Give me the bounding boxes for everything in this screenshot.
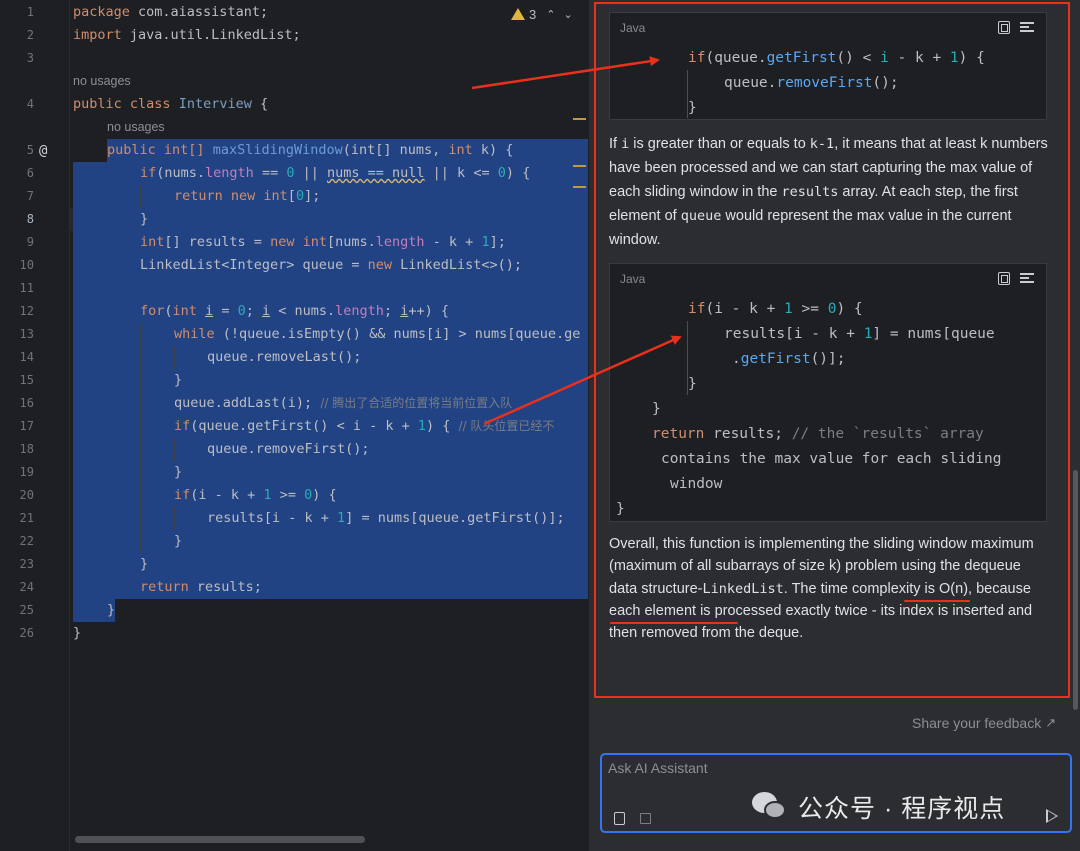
code-line: public class Interview { — [73, 96, 269, 112]
override-annotation-icon[interactable]: @ — [39, 140, 47, 163]
line-number: 19 — [19, 465, 34, 479]
code-line: package com.aiassistant; — [73, 4, 269, 20]
code-line: } — [140, 556, 149, 572]
indent-guide — [140, 185, 141, 208]
save-icon[interactable] — [640, 813, 651, 824]
line-number: 3 — [26, 51, 34, 65]
chat-input-placeholder: Ask AI Assistant — [608, 760, 708, 776]
external-link-icon: ↗ — [1045, 715, 1057, 730]
line-number: 15 — [19, 373, 34, 387]
indent-guide — [107, 162, 108, 599]
line-number: 22 — [19, 534, 34, 548]
line-number: 16 — [19, 396, 34, 410]
send-icon[interactable] — [1046, 809, 1058, 823]
feedback-label: Share your feedback — [912, 715, 1042, 731]
line-number: 2 — [26, 28, 34, 42]
indent-guide — [174, 346, 175, 369]
warning-marker[interactable] — [573, 118, 586, 120]
line-number: 10 — [19, 258, 34, 272]
code-line: } — [174, 533, 183, 549]
code-editor[interactable]: 1 2 3 4 5 6 7 8 9 10 11 12 13 14 15 16 1… — [0, 0, 588, 851]
share-feedback-link[interactable]: Share your feedback ↗ — [912, 715, 1056, 731]
vertical-scrollbar[interactable] — [1073, 470, 1078, 710]
line-number: 11 — [19, 281, 34, 295]
line-number: 26 — [19, 626, 34, 640]
code-line: while (!queue.isEmpty() && nums[i] > num… — [174, 326, 581, 342]
line-number: 6 — [26, 166, 34, 180]
indent-guide — [174, 507, 175, 530]
line-number: 24 — [19, 580, 34, 594]
line-number: 21 — [19, 511, 34, 525]
warning-marker[interactable] — [573, 186, 586, 188]
code-line: results[i - k + 1] = nums[queue.getFirst… — [207, 510, 573, 526]
warning-marker[interactable] — [573, 165, 586, 167]
selection-highlight — [73, 162, 588, 599]
code-line: if(queue.getFirst() < i - k + 1) { // 队头… — [174, 418, 555, 434]
line-gutter: 1 2 3 4 5 6 7 8 9 10 11 12 13 14 15 16 1… — [0, 0, 70, 851]
code-line: import java.util.LinkedList; — [73, 27, 301, 43]
line-number: 1 — [26, 5, 34, 19]
chevron-up-icon[interactable]: ⌃ — [546, 8, 555, 21]
annotation-highlight-box — [594, 2, 1070, 698]
code-line: queue.addLast(i); // 腾出了合适的位置将当前位置入队 — [174, 395, 513, 411]
attach-icon[interactable] — [614, 812, 625, 825]
code-line: } — [73, 625, 82, 641]
line-number: 13 — [19, 327, 34, 341]
line-number: 23 — [19, 557, 34, 571]
watermark: 公众号 · 程序视点 — [752, 789, 1005, 825]
code-line: public int[] maxSlidingWindow(int[] nums… — [107, 142, 514, 158]
code-line: } — [140, 211, 149, 227]
line-number: 20 — [19, 488, 34, 502]
wechat-icon — [752, 792, 790, 822]
indent-guide — [174, 438, 175, 461]
line-number: 18 — [19, 442, 34, 456]
line-number: 17 — [19, 419, 34, 433]
horizontal-scrollbar[interactable] — [75, 836, 365, 843]
code-line: } — [174, 464, 183, 480]
usages-hint[interactable]: no usages — [107, 116, 165, 139]
line-number: 7 — [26, 189, 34, 203]
line-number: 25 — [19, 603, 34, 617]
line-number: 12 — [19, 304, 34, 318]
line-number: 14 — [19, 350, 34, 364]
code-line: return new int[0]; — [174, 188, 321, 204]
code-line: } — [174, 372, 183, 388]
code-line: return results; — [140, 579, 262, 595]
code-line: for(int i = 0; i < nums.length; i++) { — [140, 303, 449, 319]
indent-guide — [140, 323, 141, 553]
code-line: queue.removeLast(); — [207, 349, 362, 365]
line-number-current: 8 — [26, 212, 34, 226]
warning-count: 3 — [529, 6, 537, 22]
watermark-text: 公众号 · 程序视点 — [798, 795, 1006, 823]
code-line: LinkedList<Integer> queue = new LinkedLi… — [140, 257, 523, 273]
code-line: } — [107, 602, 116, 618]
line-number: 5 — [26, 143, 34, 157]
line-number: 9 — [26, 235, 34, 249]
code-line: int[] results = new int[nums.length - k … — [140, 234, 506, 250]
inspection-widget[interactable]: 3 ⌃ ⌄ — [511, 4, 573, 24]
usages-hint[interactable]: no usages — [73, 70, 131, 93]
warning-icon — [511, 8, 525, 20]
line-number: 4 — [26, 97, 34, 111]
code-line: if(nums.length == 0 || nums == null || k… — [140, 165, 531, 181]
code-line: queue.removeFirst(); — [207, 441, 370, 457]
code-line: if(i - k + 1 >= 0) { — [174, 487, 337, 503]
chevron-down-icon[interactable]: ⌄ — [563, 8, 572, 21]
